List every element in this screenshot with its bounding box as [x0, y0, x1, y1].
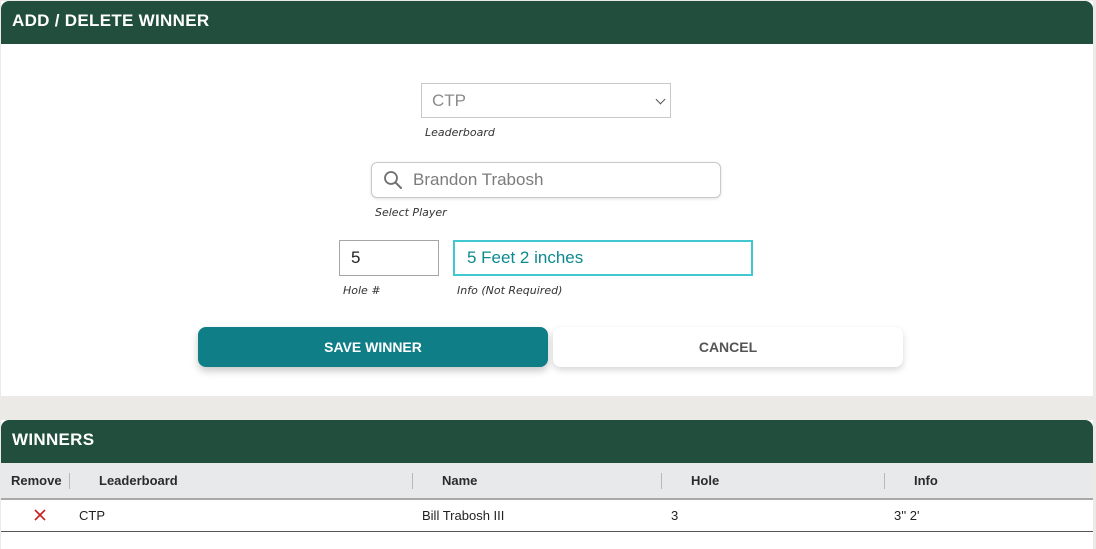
player-search-value: Brandon Trabosh	[413, 170, 544, 189]
column-divider	[661, 473, 662, 489]
table-row: CTP Bill Trabosh III 3 3'' 2'	[1, 500, 1093, 532]
select-player-caption: Select Player	[375, 206, 447, 219]
row-info: 3'' 2'	[894, 508, 920, 523]
row-name: Bill Trabosh III	[422, 508, 505, 523]
info-caption: Info (Not Required)	[457, 284, 563, 297]
column-header-hole[interactable]: Hole	[691, 463, 719, 499]
column-divider	[69, 473, 70, 489]
column-header-name[interactable]: Name	[442, 463, 477, 499]
winners-panel-title: WINNERS	[1, 420, 1093, 463]
form-panel-title: ADD / DELETE WINNER	[1, 1, 1093, 44]
save-winner-button[interactable]: SAVE WINNER	[198, 327, 548, 367]
column-header-remove[interactable]: Remove	[11, 463, 62, 499]
info-input[interactable]: 5 Feet 2 inches	[453, 240, 753, 276]
winners-panel: WINNERS Remove Leaderboard Name Hole Inf…	[1, 420, 1093, 549]
cancel-button[interactable]: CANCEL	[553, 327, 903, 367]
leaderboard-select[interactable]: CTP	[421, 83, 671, 118]
remove-x-icon[interactable]	[34, 509, 46, 521]
column-header-info[interactable]: Info	[914, 463, 938, 499]
hole-caption: Hole #	[343, 284, 381, 297]
column-divider	[884, 473, 885, 489]
winners-table-header: Remove Leaderboard Name Hole Info	[1, 463, 1093, 500]
search-icon	[384, 171, 402, 189]
row-leaderboard: CTP	[79, 508, 105, 523]
player-search-input[interactable]: Brandon Trabosh	[371, 162, 721, 198]
row-hole: 3	[671, 508, 679, 523]
chevron-down-icon	[655, 94, 666, 105]
leaderboard-select-value: CTP	[432, 91, 466, 110]
column-divider	[412, 473, 413, 489]
hole-number-input[interactable]: 5	[339, 240, 439, 276]
leaderboard-caption: Leaderboard	[425, 126, 495, 139]
column-header-leaderboard[interactable]: Leaderboard	[99, 463, 178, 499]
